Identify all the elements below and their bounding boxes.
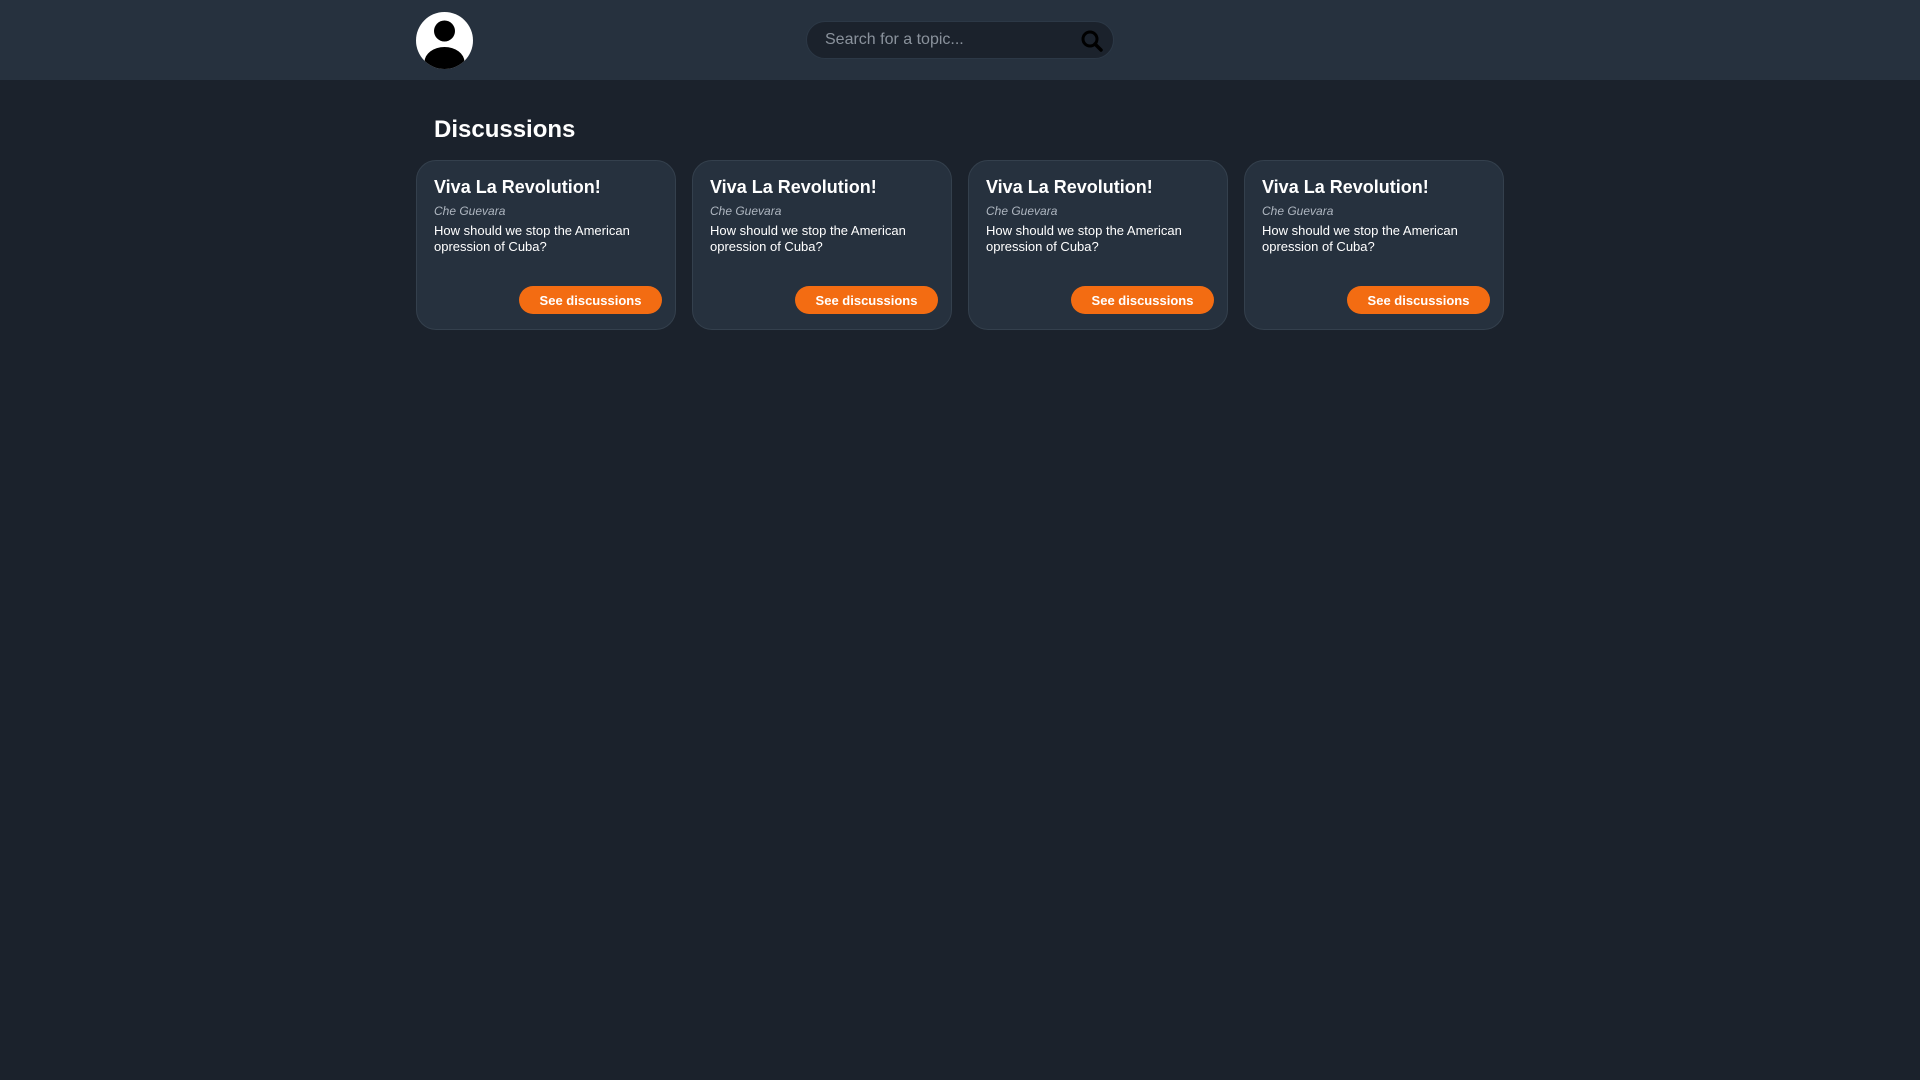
- card-description: How should we stop the American opressio…: [434, 223, 630, 254]
- card-author: Che Guevara: [434, 204, 506, 218]
- see-discussions-button[interactable]: See discussions: [519, 286, 662, 314]
- search-bar: [806, 21, 1114, 59]
- page-title: Discussions: [434, 116, 576, 143]
- card-author: Che Guevara: [1262, 204, 1334, 218]
- card-title: Viva La Revolution!: [434, 177, 601, 197]
- card-title: Viva La Revolution!: [1262, 177, 1429, 197]
- discussion-card: Viva La Revolution! Che Guevara How shou…: [416, 160, 676, 330]
- search-icon[interactable]: [1079, 28, 1105, 54]
- card-description: How should we stop the American opressio…: [986, 223, 1182, 254]
- card-description: How should we stop the American opressio…: [1262, 223, 1458, 254]
- card-description: How should we stop the American opressio…: [710, 223, 906, 254]
- search-input[interactable]: [819, 22, 1069, 58]
- see-discussions-button[interactable]: See discussions: [1071, 286, 1214, 314]
- discussion-card-list: Viva La Revolution! Che Guevara How shou…: [416, 160, 1504, 330]
- discussion-card: Viva La Revolution! Che Guevara How shou…: [1244, 160, 1504, 330]
- card-author: Che Guevara: [986, 204, 1058, 218]
- card-author: Che Guevara: [710, 204, 782, 218]
- card-title: Viva La Revolution!: [986, 177, 1153, 197]
- user-avatar-icon[interactable]: [416, 12, 473, 69]
- see-discussions-button[interactable]: See discussions: [795, 286, 938, 314]
- discussion-card: Viva La Revolution! Che Guevara How shou…: [968, 160, 1228, 330]
- top-navbar: [0, 0, 1920, 80]
- see-discussions-button[interactable]: See discussions: [1347, 286, 1490, 314]
- discussion-card: Viva La Revolution! Che Guevara How shou…: [692, 160, 952, 330]
- card-title: Viva La Revolution!: [710, 177, 877, 197]
